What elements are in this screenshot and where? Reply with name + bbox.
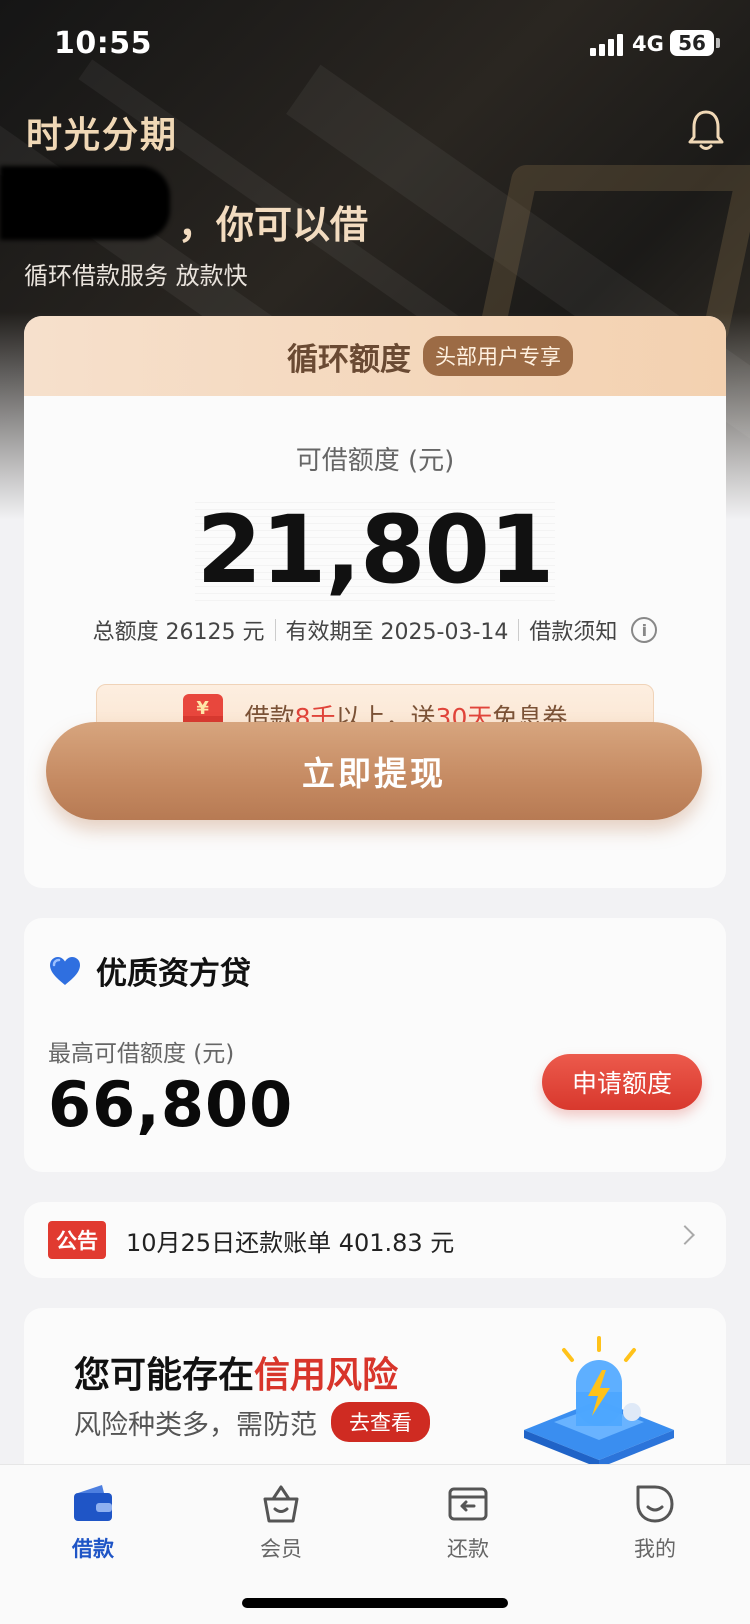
heart-icon	[50, 956, 80, 985]
notice-text: 10月25日还款账单 401.83 元	[126, 1228, 455, 1257]
status-bar: 10:55 4G 56	[0, 0, 750, 90]
tab-label: 还款	[447, 1537, 489, 1561]
status-time: 10:55	[54, 26, 152, 61]
chevron-right-icon	[675, 1225, 695, 1245]
quality-loan-card: 优质资方贷 最高可借额度 (元) 66,800 申请额度	[24, 918, 726, 1172]
redacted-username	[0, 166, 170, 240]
home-indicator	[242, 1598, 508, 1608]
tab-member[interactable]: 会员	[221, 1483, 341, 1563]
tab-mine[interactable]: 我的	[595, 1483, 715, 1563]
info-icon[interactable]: i	[631, 617, 658, 643]
bell-icon[interactable]	[686, 108, 726, 152]
tab-repay[interactable]: 还款	[408, 1483, 528, 1563]
notice-bar[interactable]: 公告 10月25日还款账单 401.83 元	[24, 1202, 726, 1278]
credit-card-header: 循环额度 头部用户专享	[24, 316, 726, 396]
basket-icon	[263, 1485, 299, 1523]
quota-info-row: 总额度 26125 元 有效期至 2025-03-14 借款须知 i	[24, 614, 726, 646]
divider	[518, 619, 520, 641]
app-title: 时光分期	[26, 115, 179, 156]
check-risk-button[interactable]: 去查看	[331, 1402, 430, 1442]
battery-tip	[716, 38, 720, 48]
tab-label: 借款	[72, 1537, 114, 1561]
battery-icon: 56	[670, 30, 714, 56]
card-icon	[448, 1487, 488, 1521]
available-label: 可借额度 (元)	[295, 446, 455, 476]
tab-loan[interactable]: 借款	[33, 1483, 153, 1563]
max-quota-label: 最高可借额度 (元)	[48, 1041, 235, 1067]
validity-date: 有效期至 2025-03-14	[285, 620, 509, 645]
tab-label: 我的	[634, 1537, 676, 1561]
risk-title: 您可能存在信用风险	[74, 1346, 398, 1398]
wallet-icon	[74, 1485, 112, 1521]
available-amount: 21,801	[24, 496, 726, 605]
quality-loan-title: 优质资方贷	[96, 956, 251, 992]
signal-icon	[590, 32, 626, 56]
alarm-light-icon	[524, 1336, 674, 1468]
headline: ，你可以借	[178, 203, 369, 247]
subheadline: 循环借款服务 放款快	[24, 262, 248, 290]
tab-label: 会员	[260, 1537, 302, 1561]
credit-card-title: 循环额度	[287, 341, 411, 378]
withdraw-now-button[interactable]: 立即提现	[46, 722, 702, 820]
risk-subtitle-row: 风险种类多，需防范 去查看	[74, 1402, 430, 1442]
network-type: 4G	[632, 32, 664, 56]
notice-tag: 公告	[48, 1221, 106, 1259]
max-quota-amount: 66,800	[48, 1068, 294, 1141]
quality-loan-header: 优质资方贷	[48, 948, 251, 993]
risk-title-prefix: 您可能存在	[74, 1355, 255, 1396]
vip-badge: 头部用户专享	[423, 336, 573, 376]
smile-icon	[636, 1485, 674, 1523]
revolving-credit-card: 循环额度 头部用户专享 可借额度 (元) 21,801 总额度 26125 元 …	[24, 316, 726, 888]
total-quota: 总额度 26125 元	[92, 620, 265, 645]
apply-quota-button[interactable]: 申请额度	[542, 1054, 702, 1110]
divider	[274, 619, 276, 641]
risk-title-highlight: 信用风险	[254, 1355, 399, 1396]
risk-subtitle: 风险种类多，需防范	[74, 1409, 317, 1441]
loan-notice-link[interactable]: 借款须知	[529, 614, 617, 646]
